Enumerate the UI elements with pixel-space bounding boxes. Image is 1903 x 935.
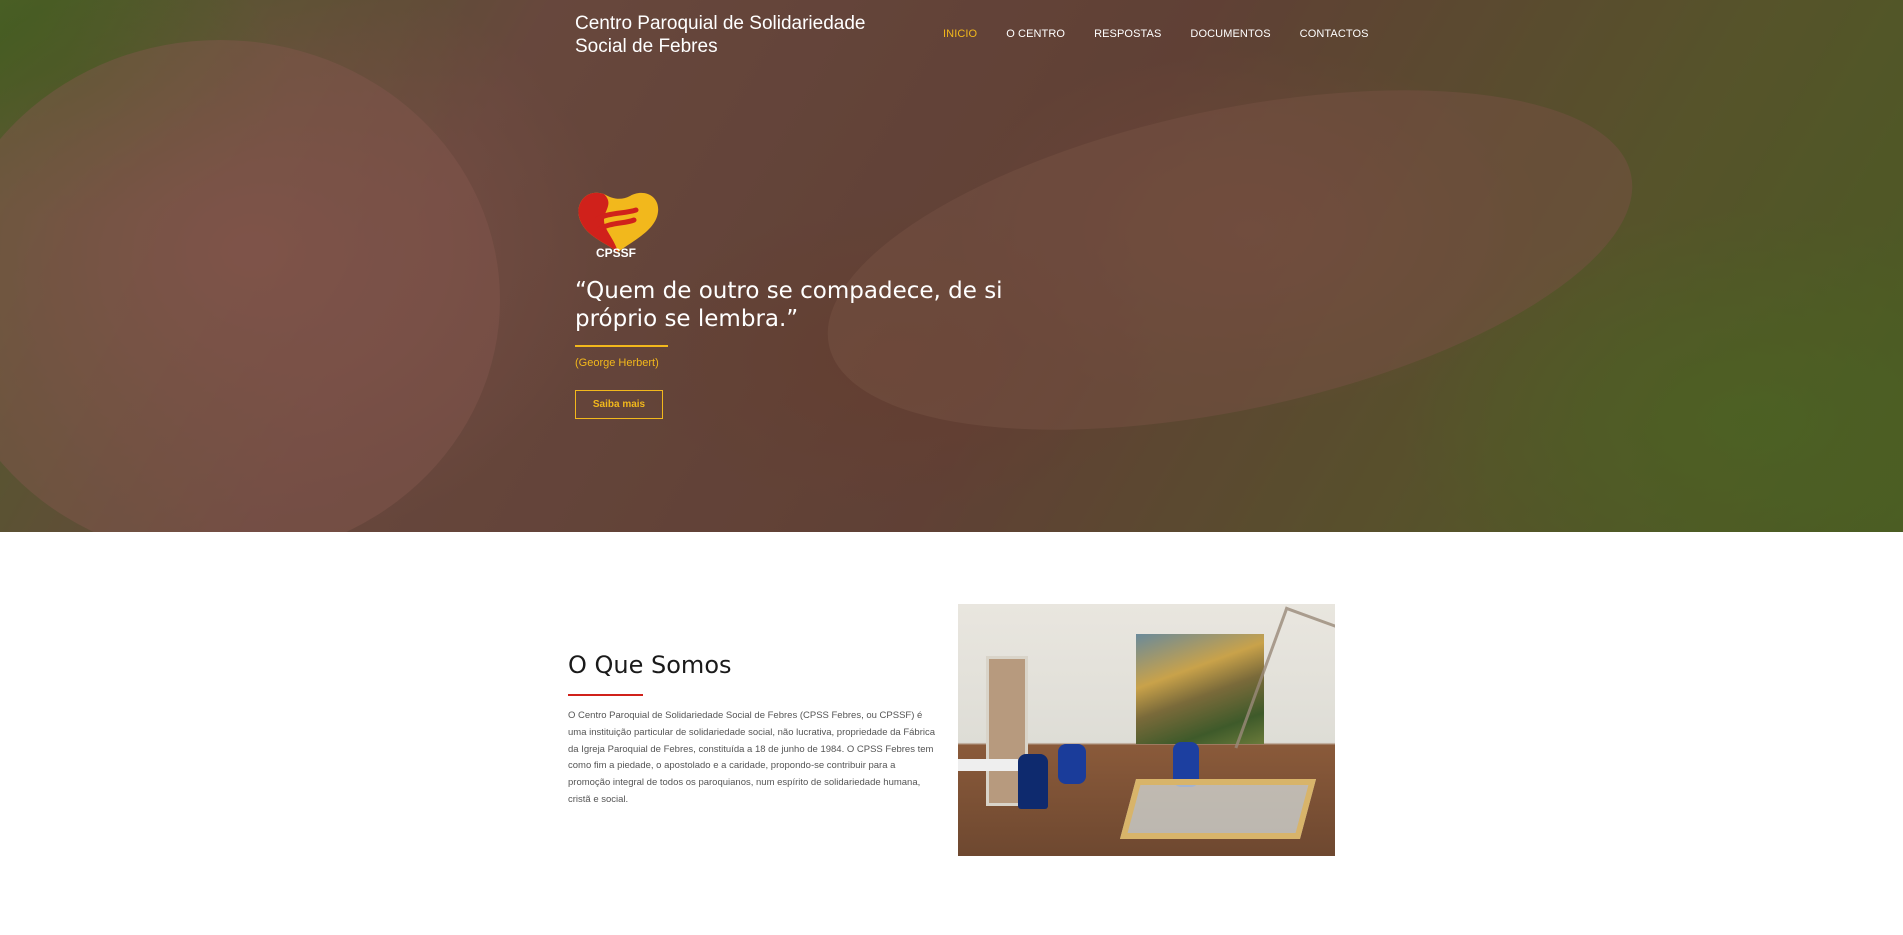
photo-glass-table	[1119, 779, 1317, 839]
main-nav: INICIO O CENTRO RESPOSTAS DOCUMENTOS CON…	[943, 28, 1398, 40]
photo-desk	[958, 759, 1018, 771]
hero-quote: “Quem de outro se compadece, de si própr…	[575, 278, 1003, 332]
site-title[interactable]: Centro Paroquial de Solidariedade Social…	[575, 12, 875, 58]
about-text: O Centro Paroquial de Solidariedade Soci…	[568, 710, 936, 805]
nav-item-inicio[interactable]: INICIO	[943, 28, 977, 40]
hero-section: Centro Paroquial de Solidariedade Social…	[0, 0, 1903, 532]
nav-item-documentos[interactable]: DOCUMENTOS	[1190, 28, 1270, 40]
about-heading: O Que Somos	[568, 651, 732, 679]
logo-text: CPSSF	[596, 246, 637, 260]
about-heading-divider	[568, 694, 643, 696]
nav-item-o-centro[interactable]: O CENTRO	[1006, 28, 1065, 40]
nav-item-contactos[interactable]: CONTACTOS	[1300, 28, 1369, 40]
saiba-mais-button[interactable]: Saiba mais	[575, 390, 663, 419]
quote-divider	[575, 345, 668, 347]
quote-author: (George Herbert)	[575, 357, 659, 369]
nav-item-respostas[interactable]: RESPOSTAS	[1094, 28, 1161, 40]
photo-chair	[1058, 744, 1086, 784]
photo-chair	[1018, 754, 1048, 809]
hero-overlay	[0, 0, 1903, 532]
center-interior-photo	[958, 604, 1335, 856]
